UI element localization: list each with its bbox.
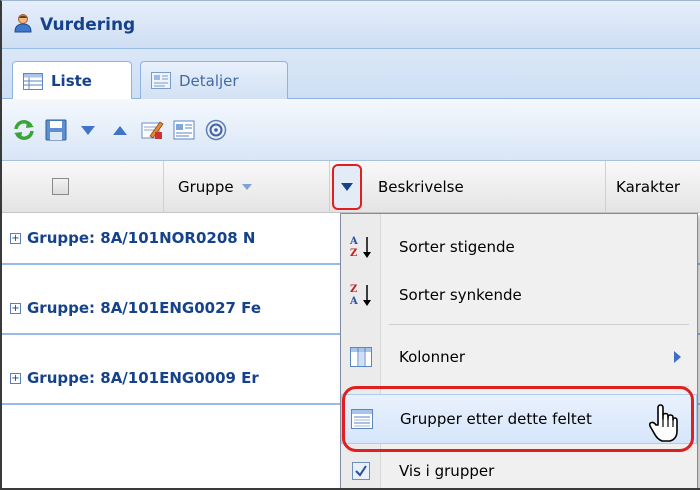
- save-icon[interactable]: [44, 118, 68, 142]
- details-icon: [151, 72, 171, 89]
- layout-icon[interactable]: [172, 118, 196, 142]
- menu-item-label: Kolonner: [399, 348, 466, 366]
- edit-icon[interactable]: [140, 118, 164, 142]
- menu-item-sort-descending[interactable]: Z A Sorter synkende: [341, 270, 697, 320]
- column-header-gruppe[interactable]: Gruppe: [164, 161, 330, 213]
- menu-separator: [389, 324, 689, 325]
- menu-item-label: Vis i grupper: [399, 462, 495, 480]
- chevron-down-icon: [341, 183, 353, 191]
- tab-label: Liste: [51, 72, 92, 90]
- column-label: Karakter: [616, 178, 681, 196]
- tab-detaljer[interactable]: Detaljer: [140, 61, 288, 99]
- svg-text:A: A: [349, 296, 358, 307]
- sort-asc-icon: A Z: [349, 235, 373, 259]
- menu-item-columns[interactable]: Kolonner: [341, 332, 697, 382]
- hand-cursor-icon: [648, 403, 680, 443]
- users-icon: [12, 13, 34, 37]
- move-down-icon[interactable]: [76, 118, 100, 142]
- svg-text:A: A: [349, 236, 358, 247]
- sort-arrow-icon: [241, 184, 252, 190]
- group-label: Gruppe: 8A/101NOR0208 N: [27, 229, 256, 247]
- toolbar: [2, 99, 700, 161]
- column-label: Gruppe: [178, 178, 234, 196]
- title-bar: Vurdering: [2, 1, 700, 49]
- sort-desc-icon: Z A: [349, 283, 373, 307]
- submenu-arrow-icon: [674, 351, 681, 363]
- highlight-annotation: [342, 386, 694, 452]
- column-header-beskrivelse[interactable]: Beskrivelse: [330, 161, 606, 213]
- menu-item-sort-ascending[interactable]: A Z Sorter stigende: [341, 222, 697, 272]
- select-all-checkbox[interactable]: [52, 178, 69, 195]
- expand-icon[interactable]: +: [10, 302, 21, 314]
- expand-icon[interactable]: +: [10, 372, 21, 384]
- menu-item-label: Sorter stigende: [399, 238, 515, 256]
- svg-text:Z: Z: [350, 284, 357, 295]
- list-icon: [23, 72, 43, 90]
- columns-icon: [349, 345, 373, 369]
- checkbox-checked-icon[interactable]: [349, 459, 373, 483]
- column-menu-trigger[interactable]: [332, 164, 362, 210]
- expand-icon[interactable]: +: [10, 232, 21, 244]
- tab-liste[interactable]: Liste: [12, 61, 132, 100]
- tab-label: Detaljer: [179, 71, 239, 90]
- help-icon[interactable]: [204, 118, 228, 142]
- menu-item-show-in-groups[interactable]: Vis i grupper: [341, 446, 697, 488]
- move-up-icon[interactable]: [108, 118, 132, 142]
- column-label: Beskrivelse: [378, 178, 464, 196]
- menu-item-label: Sorter synkende: [399, 286, 522, 304]
- column-header-karakter[interactable]: Karakter: [606, 161, 700, 213]
- window-title: Vurdering: [40, 14, 136, 35]
- app-window: Vurdering Liste Detaljer Gruppe Beskrive…: [0, 0, 700, 490]
- group-label: Gruppe: 8A/101ENG0027 Fe: [27, 299, 261, 317]
- select-all-column: [2, 161, 164, 213]
- group-label: Gruppe: 8A/101ENG0009 Er: [27, 369, 259, 387]
- refresh-icon[interactable]: [12, 118, 36, 142]
- svg-text:Z: Z: [350, 248, 357, 259]
- tab-strip: Liste Detaljer: [2, 49, 700, 100]
